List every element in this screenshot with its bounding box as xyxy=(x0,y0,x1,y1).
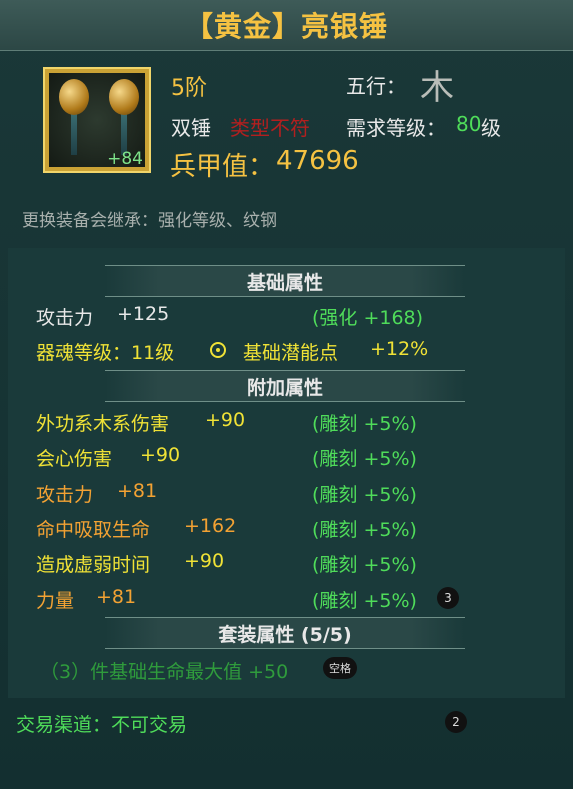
element-label: 五行： xyxy=(346,74,406,98)
hammer-head-left xyxy=(59,79,89,115)
power-label: 兵甲值： xyxy=(170,152,275,182)
extra-attributes-title: 附加属性 xyxy=(246,376,323,399)
extra-row-label: 攻击力 xyxy=(36,484,94,506)
base-attributes-title: 基础属性 xyxy=(246,271,323,294)
inherit-note: 更换装备会继承：强化等级、纹钢 xyxy=(22,211,277,231)
hotkey-badge-2[interactable]: 2 xyxy=(445,711,467,733)
set-bonus-line: （3）件基础生命最大值 +50 xyxy=(40,661,289,683)
weapon-type: 双锤 xyxy=(171,116,211,140)
item-tooltip-panel: 【黄金】亮银锤 +84 5阶 五行： 木 双锤 类型不符 需求等级： 80 级 … xyxy=(0,0,573,789)
attack-label: 攻击力 xyxy=(36,307,94,329)
title-bar: 【黄金】亮银锤 xyxy=(0,0,573,51)
extra-row-bonus: (雕刻 +5%) xyxy=(312,554,417,576)
required-level-label: 需求等级： xyxy=(346,116,446,140)
extra-row-bonus: (雕刻 +5%) xyxy=(312,413,417,435)
base-attributes-header: 基础属性 xyxy=(105,265,465,297)
item-tier: 5阶 xyxy=(171,76,207,101)
trade-channel: 交易渠道：不可交易 xyxy=(16,714,188,736)
attack-value: +125 xyxy=(117,303,170,325)
attack-enhance-bonus: (强化 +168) xyxy=(312,307,424,329)
set-attributes-header: 套装属性 (5/5) xyxy=(105,617,465,649)
extra-row-value: +162 xyxy=(184,515,237,537)
required-level-unit: 级 xyxy=(481,116,501,140)
hammer-head-right xyxy=(109,79,139,115)
extra-row-label: 力量 xyxy=(36,590,75,612)
type-mismatch: 类型不符 xyxy=(230,116,310,140)
hammer-shaft-left xyxy=(71,111,77,155)
set-attributes-title: 套装属性 (5/5) xyxy=(218,623,352,646)
potential-label: 基础潜能点 xyxy=(243,342,339,364)
extra-row-label: 外功系木系伤害 xyxy=(36,413,170,435)
extra-row-value: +81 xyxy=(117,480,158,502)
extra-row-label: 命中吸取生命 xyxy=(36,519,151,541)
extra-row-bonus: (雕刻 +5%) xyxy=(312,448,417,470)
bullet-dot-icon xyxy=(210,342,226,358)
power-value: 47696 xyxy=(276,146,359,176)
extra-attributes-header: 附加属性 xyxy=(105,370,465,402)
extra-row-value: +90 xyxy=(205,409,246,431)
extra-row-value: +81 xyxy=(96,586,137,608)
hotkey-badge-3[interactable]: 3 xyxy=(437,587,459,609)
extra-row-bonus: (雕刻 +5%) xyxy=(312,519,417,541)
element-wood-icon: 木 xyxy=(420,68,454,108)
space-key-tip[interactable]: 空格 xyxy=(323,657,357,679)
item-icon: +84 xyxy=(43,67,151,173)
extra-row-label: 会心伤害 xyxy=(36,448,113,470)
extra-row-label: 造成虚弱时间 xyxy=(36,554,151,576)
extra-row-bonus: (雕刻 +5%) xyxy=(312,590,417,612)
extra-row-value: +90 xyxy=(184,550,225,572)
required-level-value: 80 xyxy=(456,112,482,136)
enhance-level: +84 xyxy=(107,149,143,169)
item-title: 【黄金】亮银锤 xyxy=(184,10,388,43)
potential-value: +12% xyxy=(370,338,429,360)
extra-row-value: +90 xyxy=(140,444,181,466)
soul-level: 器魂等级：11级 xyxy=(36,342,175,364)
extra-row-bonus: (雕刻 +5%) xyxy=(312,484,417,506)
